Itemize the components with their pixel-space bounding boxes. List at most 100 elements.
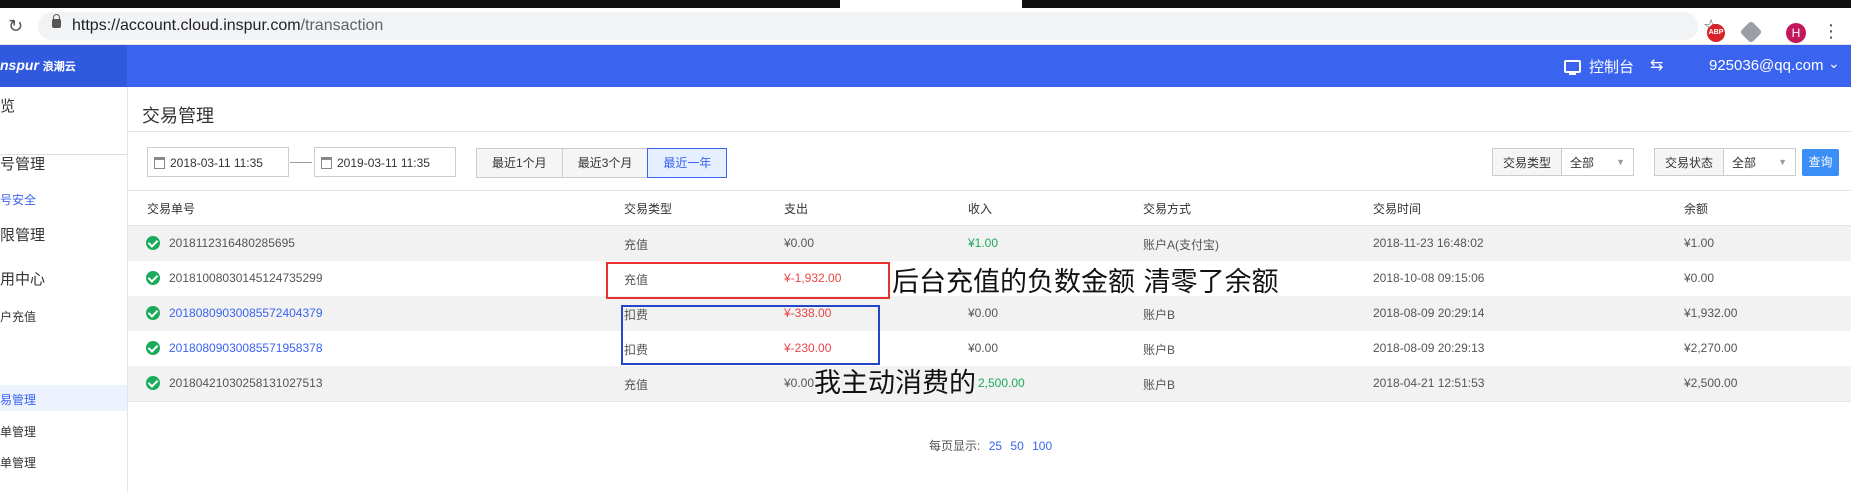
start-date-value: 2018-03-11 11:35 [170,156,263,170]
sidebar-item-security[interactable]: 号安全 [0,191,36,208]
table-row[interactable]: 20180809030085572404379 扣费 ¥-338.00 ¥0.0… [128,296,1851,331]
cell-balance: ¥1.00 [1684,236,1715,250]
cell-method: 账户B [1143,343,1176,357]
divider [128,401,1851,402]
date-separator [290,162,312,163]
transaction-status-select[interactable]: 交易状态 全部 ▼ [1654,148,1796,176]
header-time: 交易时间 [1373,202,1422,216]
adblock-icon[interactable]: ABP [1707,24,1725,42]
range-3-months-button[interactable]: 最近3个月 [561,148,649,178]
cell-method: 账户A(支付宝) [1143,238,1219,252]
header-out: 支出 [784,202,809,216]
cell-id: 2018112316480285695 [169,236,295,250]
page-size-50[interactable]: 50 [1010,439,1023,453]
url-path: /transaction [300,17,384,34]
header-balance: 余额 [1684,202,1709,216]
cell-out: ¥0.00 [784,236,815,250]
tab-strip-dark [0,0,840,8]
cell-id: 20180421030258131027513 [169,376,323,390]
caret-down-icon: ▼ [1616,157,1625,167]
sidebar-item-permission[interactable]: 限管理 [0,224,45,245]
tab-strip-dark [1022,0,1851,8]
end-date-value: 2019-03-11 11:35 [337,156,430,170]
console-label: 控制台 [1589,59,1635,76]
sidebar-item-transactions[interactable]: 易管理 [0,391,36,408]
browser-tabstrip [0,0,1851,8]
cell-balance: ¥1,932.00 [1684,306,1738,320]
page-size-25[interactable]: 25 [989,439,1002,453]
page-size-label: 每页显示: [929,439,981,453]
profile-avatar[interactable]: H [1786,23,1806,43]
cell-id: 20181008030145124735299 [169,271,323,285]
cell-time: 2018-08-09 20:29:14 [1373,306,1485,320]
cell-id-link[interactable]: 20180809030085572404379 [169,306,323,320]
url-host: https://account.cloud.inspur.com [72,17,301,34]
check-circle-icon [146,341,160,355]
chevron-down-icon[interactable]: ⌄ [1828,55,1840,72]
range-1-year-button[interactable]: 最近一年 [647,148,728,178]
page-size-100[interactable]: 100 [1032,439,1052,453]
user-account[interactable]: 925036@qq.com [1709,57,1823,74]
cell-time: 2018-11-23 16:48:02 [1373,236,1484,250]
range-1-month-button[interactable]: 最近1个月 [476,148,563,178]
check-circle-icon [146,271,160,285]
check-circle-icon [146,306,160,320]
cell-time: 2018-08-09 20:29:13 [1373,341,1485,355]
console-link[interactable]: 控制台 [1564,56,1634,77]
refresh-icon[interactable]: ↻ [8,16,23,37]
header-method: 交易方式 [1143,202,1192,216]
browser-toolbar: ↻ https://account.cloud.inspur.com/trans… [0,8,1851,45]
header-type: 交易类型 [624,202,673,216]
cell-method: 账户B [1143,308,1176,322]
logo: nspur 浪潮云 [0,57,76,73]
lock-icon[interactable] [52,14,61,28]
sidebar-item-orders[interactable]: 单管理 [0,423,36,440]
calendar-icon [154,157,165,169]
table-row[interactable]: 20180421030258131027513 充值 ¥0.00 2,500.0… [128,366,1851,401]
caret-down-icon: ▼ [1778,157,1787,167]
range-button-group: 最近1个月 最近3个月 最近一年 [476,148,728,178]
start-date-input[interactable]: 2018-03-11 11:35 [147,147,289,177]
sidebar-item-account[interactable]: 号管理 [0,153,45,174]
header-in: 收入 [968,202,993,216]
transaction-type-label: 交易类型 [1493,149,1563,175]
sidebar-item-recharge[interactable]: 户充值 [0,308,36,325]
pagination: 每页显示: 25 50 100 [929,437,1052,454]
logo-area[interactable]: nspur 浪潮云 [0,45,127,87]
table-row[interactable]: 20180809030085571958378 扣费 ¥-230.00 ¥0.0… [128,331,1851,366]
extension-icon[interactable] [1739,20,1763,44]
sidebar: 览 号管理 号安全 限管理 用中心 户充值 易管理 单管理 单管理 [0,87,128,493]
annotation-red-box [606,262,890,299]
monitor-icon [1564,60,1581,75]
search-button[interactable]: 查询 [1802,149,1839,176]
check-circle-icon [146,236,160,250]
sidebar-item-invoices[interactable]: 单管理 [0,454,36,471]
annotation-blue-box [621,305,880,365]
address-bar[interactable]: https://account.cloud.inspur.com/transac… [38,12,1719,40]
cell-time: 2018-10-08 09:15:06 [1373,271,1485,285]
end-date-input[interactable]: 2019-03-11 11:35 [314,147,456,177]
cell-balance: ¥0.00 [1684,271,1715,285]
kebab-menu-icon[interactable]: ⋮ [1822,21,1840,42]
cell-time: 2018-04-21 12:51:53 [1373,376,1485,390]
transaction-type-select[interactable]: 交易类型 全部 ▼ [1492,148,1634,176]
sidebar-item-overview[interactable]: 览 [0,95,15,116]
divider [128,131,1851,132]
cell-in: ¥1.00 [968,236,999,250]
header-id: 交易单号 [147,202,196,216]
sidebar-item-billing-center[interactable]: 用中心 [0,268,45,289]
cell-in: 2,500.00 [978,376,1025,390]
switch-icon[interactable]: ⇆ [1650,55,1663,75]
cell-method: 账户B [1143,378,1176,392]
cell-id-link[interactable]: 20180809030085571958378 [169,341,323,355]
transaction-status-value[interactable]: 全部 ▼ [1724,149,1795,175]
cell-type: 充值 [624,238,649,252]
url-text[interactable]: https://account.cloud.inspur.com/transac… [72,17,383,35]
table-row[interactable]: 2018112316480285695 充值 ¥0.00 ¥1.00 账户A(支… [128,226,1851,261]
divider [128,190,1851,191]
calendar-icon [321,157,332,169]
cell-in: ¥0.00 [968,306,999,320]
cell-balance: ¥2,500.00 [1684,376,1738,390]
transaction-type-value[interactable]: 全部 ▼ [1562,149,1633,175]
cell-out: ¥0.00 [784,376,815,390]
